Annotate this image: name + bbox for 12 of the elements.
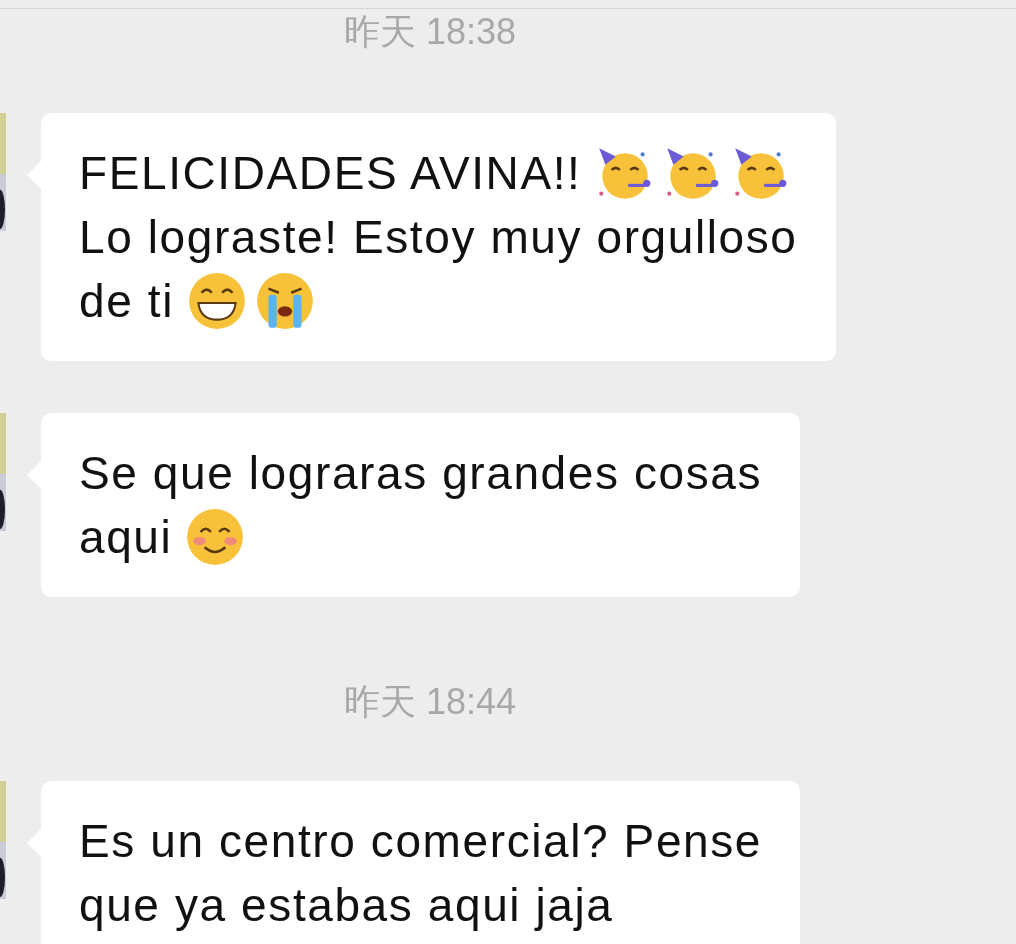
- message-bubble[interactable]: Es un centro comercial? Pense que ya estabas aqui jaja: [41, 781, 801, 944]
- message-text: que ya estabas aqui jaja: [79, 878, 614, 933]
- message-text: de ti: [79, 274, 174, 329]
- message-text: Es un centro comercial? Pense: [79, 814, 763, 869]
- message-text: FELICIDADES AVINA!!: [79, 146, 582, 201]
- message-text: Se que lograras grandes cosas: [79, 446, 763, 501]
- message-bubble[interactable]: FELICIDADES AVINA!! Lo lograste! Estoy muy orgulloso de ti: [41, 113, 836, 361]
- message-bubble[interactable]: Se que lograras grandes cosas aqui: [41, 413, 801, 597]
- timestamp: 昨天 18:38: [343, 10, 517, 54]
- timestamp: 昨天 18:44: [343, 680, 517, 724]
- message-text: Lo lograste! Estoy muy orgulloso: [79, 210, 798, 265]
- message-text: aqui: [79, 510, 173, 565]
